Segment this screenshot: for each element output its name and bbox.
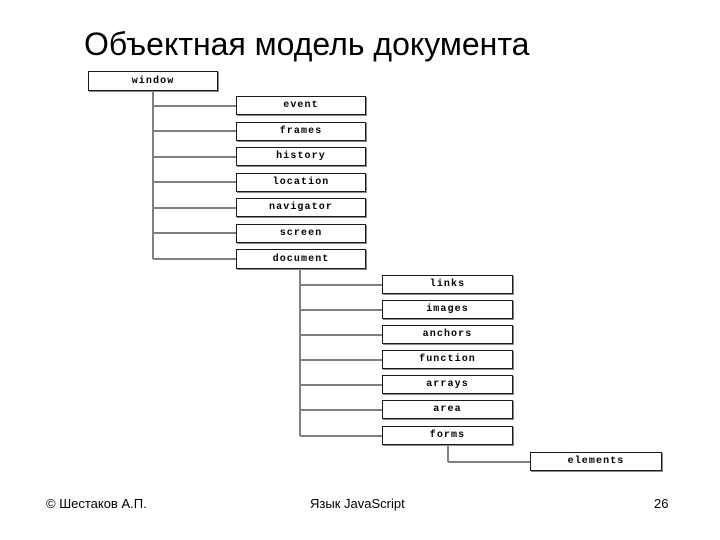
node-label: links bbox=[429, 279, 466, 290]
node-label: area bbox=[433, 404, 462, 415]
node-screen[interactable]: screen bbox=[236, 224, 366, 243]
node-event[interactable]: event bbox=[236, 96, 366, 115]
node-label: images bbox=[426, 304, 469, 315]
footer-author: © Шестаков А.П. bbox=[46, 496, 147, 511]
node-images[interactable]: images bbox=[382, 300, 513, 319]
node-label: forms bbox=[429, 430, 466, 441]
node-arrays[interactable]: arrays bbox=[382, 375, 513, 394]
node-label: document bbox=[272, 253, 330, 265]
node-label: function bbox=[419, 354, 476, 365]
node-label: history bbox=[276, 151, 326, 162]
node-window[interactable]: window bbox=[88, 71, 218, 91]
node-label: frames bbox=[279, 126, 323, 137]
node-navigator[interactable]: navigator bbox=[236, 198, 366, 217]
node-history[interactable]: history bbox=[236, 147, 366, 166]
node-label: arrays bbox=[426, 379, 469, 390]
footer-page-number: 26 bbox=[654, 496, 669, 511]
node-label: window bbox=[131, 75, 175, 87]
node-elements[interactable]: elements bbox=[530, 452, 662, 471]
node-document[interactable]: document bbox=[236, 249, 366, 269]
node-forms[interactable]: forms bbox=[382, 426, 513, 445]
node-label: screen bbox=[279, 228, 323, 239]
dom-object-model-diagram: window event frames history location nav… bbox=[0, 0, 720, 540]
node-label: elements bbox=[567, 456, 625, 467]
node-location[interactable]: location bbox=[236, 173, 366, 192]
node-label: anchors bbox=[422, 329, 473, 340]
slide-canvas: Объектная модель документа window event … bbox=[0, 0, 720, 540]
node-anchors[interactable]: anchors bbox=[382, 325, 513, 344]
node-function[interactable]: function bbox=[382, 350, 513, 369]
footer-subject: Язык JavaScript bbox=[310, 496, 405, 511]
node-links[interactable]: links bbox=[382, 275, 513, 294]
node-label: location bbox=[272, 177, 330, 188]
node-frames[interactable]: frames bbox=[236, 122, 366, 141]
node-label: event bbox=[283, 100, 319, 111]
node-label: navigator bbox=[269, 202, 333, 213]
node-area[interactable]: area bbox=[382, 400, 513, 419]
